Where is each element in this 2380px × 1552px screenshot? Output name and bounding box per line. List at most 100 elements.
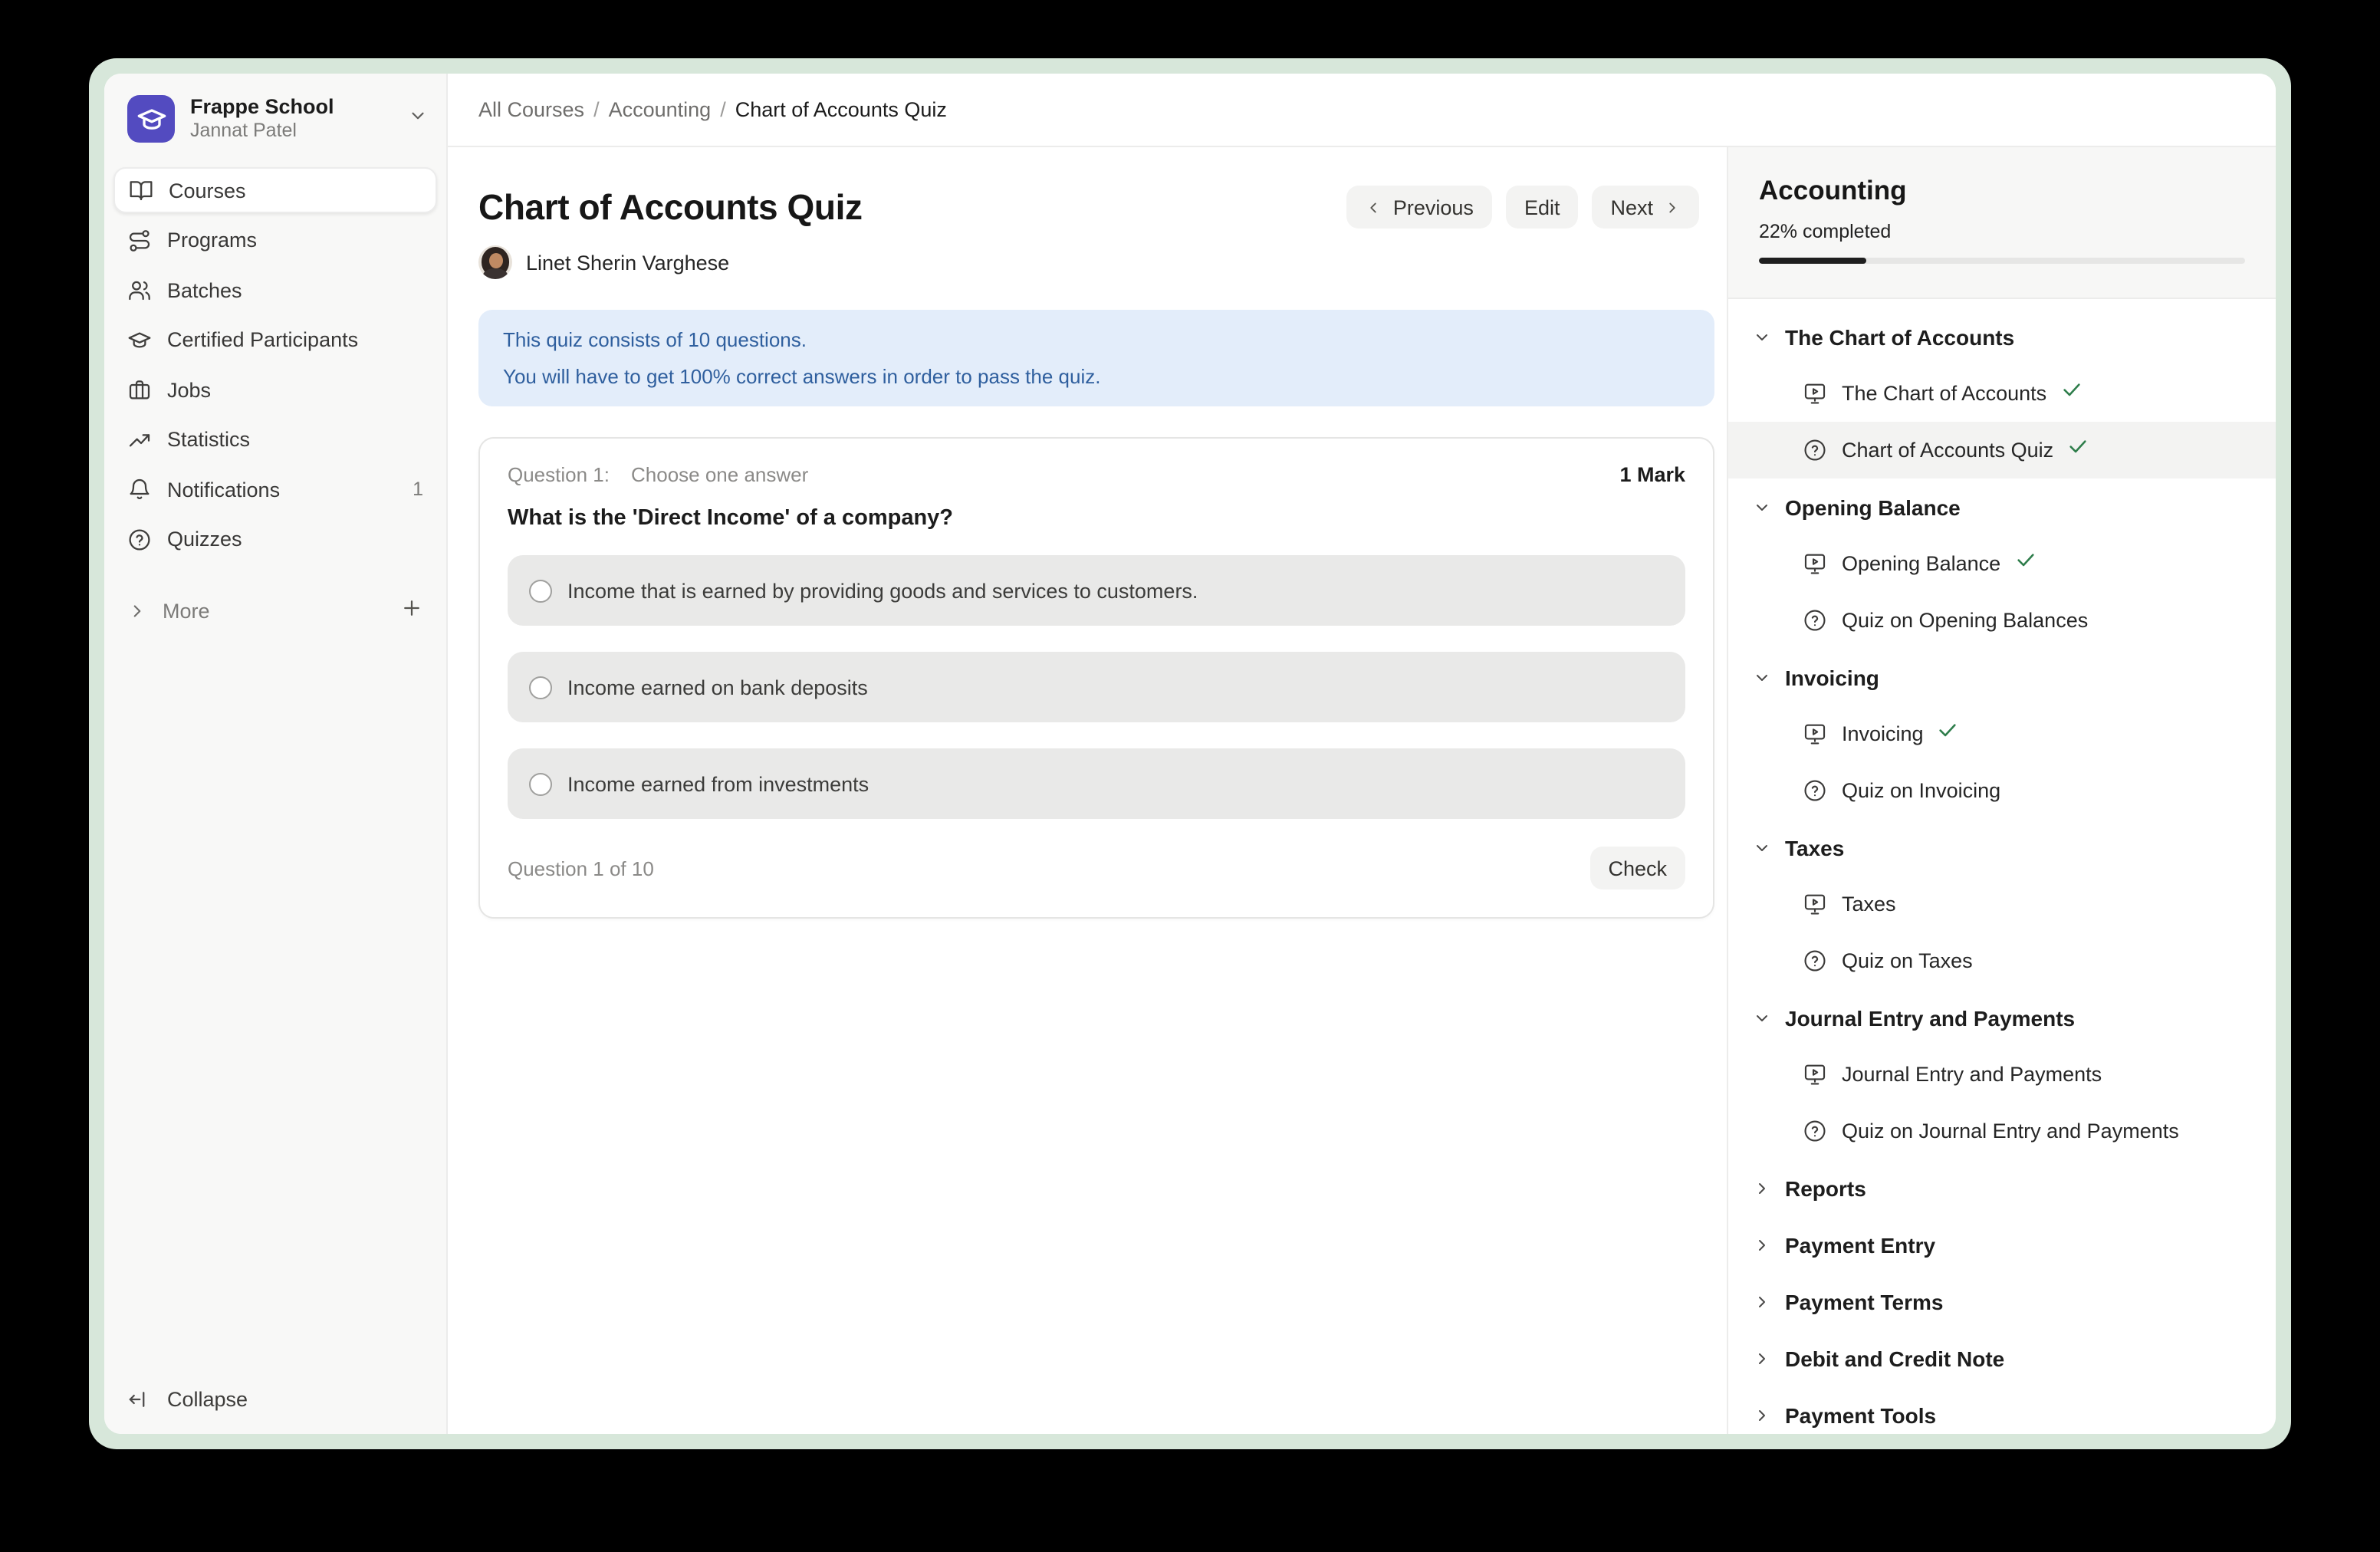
- answer-option[interactable]: Income that is earned by providing goods…: [508, 555, 1685, 626]
- outline-quiz[interactable]: Quiz on Opening Balances: [1728, 592, 2276, 649]
- outline-lesson[interactable]: The Chart of Accounts: [1728, 365, 2276, 422]
- sidebar-item-certified-participants[interactable]: Certified Participants: [113, 317, 437, 363]
- video-lesson-icon: [1802, 1061, 1828, 1087]
- breadcrumb-all-courses[interactable]: All Courses: [478, 98, 584, 121]
- next-button[interactable]: Next: [1592, 186, 1699, 229]
- add-button[interactable]: [400, 596, 423, 626]
- quiz-card: Question 1: Choose one answer 1 Mark Wha…: [478, 437, 1714, 919]
- progress-label: 22% completed: [1759, 221, 2245, 242]
- chevron-down-icon: [408, 105, 428, 133]
- outline-section-chart-of-accounts[interactable]: The Chart of Accounts: [1728, 308, 2276, 365]
- workspace-name: Frappe School: [190, 95, 393, 120]
- outline-list: The Chart of Accounts The Chart of Accou…: [1728, 299, 2276, 1434]
- banner-line: This quiz consists of 10 questions.: [503, 327, 1690, 353]
- page-title: Chart of Accounts Quiz: [478, 186, 1347, 228]
- outline-quiz[interactable]: Quiz on Invoicing: [1728, 762, 2276, 819]
- breadcrumb-accounting[interactable]: Accounting: [609, 98, 712, 121]
- banner-line: You will have to get 100% correct answer…: [503, 363, 1690, 390]
- bell-icon: [127, 477, 152, 501]
- outline-section-opening-balance[interactable]: Opening Balance: [1728, 478, 2276, 535]
- sidebar-item-courses[interactable]: Courses: [113, 167, 437, 213]
- breadcrumb: All Courses / Accounting / Chart of Acco…: [478, 98, 947, 121]
- video-lesson-icon: [1802, 380, 1828, 406]
- quiz-icon: [1802, 1118, 1828, 1144]
- completed-check-icon: [2014, 549, 2036, 578]
- author-name: Linet Sherin Varghese: [526, 251, 729, 274]
- outline-section-invoicing[interactable]: Invoicing: [1728, 649, 2276, 705]
- chevron-down-icon: [1753, 1008, 1771, 1027]
- app-window: Frappe School Jannat Patel Courses Progr…: [89, 58, 2291, 1449]
- outline-lesson[interactable]: Opening Balance: [1728, 535, 2276, 592]
- chevron-left-icon: [1366, 199, 1382, 215]
- video-lesson-icon: [1802, 721, 1828, 747]
- help-circle-icon: [127, 527, 152, 551]
- breadcrumb-current: Chart of Accounts Quiz: [735, 98, 947, 121]
- users-icon: [127, 278, 152, 302]
- workspace-user: Jannat Patel: [190, 120, 393, 143]
- outline-section-payment-tools[interactable]: Payment Tools: [1728, 1386, 2276, 1434]
- completed-check-icon: [2060, 379, 2082, 408]
- outline-header: Accounting 22% completed: [1728, 147, 2276, 299]
- outline-section-debit-credit-note[interactable]: Debit and Credit Note: [1728, 1330, 2276, 1386]
- workspace-switcher[interactable]: Frappe School Jannat Patel: [113, 89, 437, 149]
- trending-up-icon: [127, 427, 152, 452]
- author-avatar: [478, 245, 512, 279]
- collapse-sidebar-button[interactable]: Collapse: [113, 1376, 437, 1422]
- outline-section-journal-entry[interactable]: Journal Entry and Payments: [1728, 989, 2276, 1046]
- lms-app: Frappe School Jannat Patel Courses Progr…: [104, 74, 2276, 1434]
- sidebar-item-programs[interactable]: Programs: [113, 217, 437, 263]
- chevron-right-icon: [1753, 1179, 1771, 1197]
- outline-lesson[interactable]: Invoicing: [1728, 705, 2276, 762]
- outline-quiz[interactable]: Quiz on Taxes: [1728, 932, 2276, 989]
- chevron-right-icon: [1753, 1235, 1771, 1254]
- radio-button[interactable]: [529, 772, 552, 795]
- quiz-info-banner: This quiz consists of 10 questions. You …: [478, 310, 1714, 406]
- sidebar-item-statistics[interactable]: Statistics: [113, 416, 437, 462]
- graduation-cap-icon: [127, 327, 152, 352]
- sidebar-item-batches[interactable]: Batches: [113, 267, 437, 313]
- answer-option[interactable]: Income earned on bank deposits: [508, 652, 1685, 722]
- outline-quiz[interactable]: Quiz on Journal Entry and Payments: [1728, 1103, 2276, 1159]
- sidebar-item-jobs[interactable]: Jobs: [113, 367, 437, 413]
- topbar: All Courses / Accounting / Chart of Acco…: [448, 74, 2276, 147]
- options-list: Income that is earned by providing goods…: [508, 555, 1685, 819]
- outline-section-payment-terms[interactable]: Payment Terms: [1728, 1273, 2276, 1330]
- sidebar-item-quizzes[interactable]: Quizzes: [113, 516, 437, 562]
- chevron-right-icon: [1664, 199, 1681, 215]
- radio-button[interactable]: [529, 676, 552, 699]
- sidebar-nav: Courses Programs Batches Certified Parti…: [113, 167, 437, 562]
- answer-option[interactable]: Income earned from investments: [508, 748, 1685, 819]
- chevron-down-icon: [1753, 838, 1771, 857]
- chevron-down-icon: [1753, 498, 1771, 516]
- edit-button[interactable]: Edit: [1506, 186, 1579, 229]
- outline-section-payment-entry[interactable]: Payment Entry: [1728, 1216, 2276, 1273]
- outline-quiz-active[interactable]: Chart of Accounts Quiz: [1728, 422, 2276, 478]
- outline-lesson[interactable]: Journal Entry and Payments: [1728, 1046, 2276, 1103]
- author-row: Linet Sherin Varghese: [478, 245, 1699, 279]
- question-marks: 1 Mark: [1619, 463, 1685, 486]
- outline-section-reports[interactable]: Reports: [1728, 1159, 2276, 1216]
- video-lesson-icon: [1802, 891, 1828, 917]
- left-sidebar: Frappe School Jannat Patel Courses Progr…: [104, 74, 448, 1434]
- check-button[interactable]: Check: [1589, 847, 1685, 889]
- course-outline: Accounting 22% completed The Chart of Ac…: [1727, 147, 2276, 1434]
- progress-bar: [1759, 258, 2245, 264]
- question-text: What is the 'Direct Income' of a company…: [508, 506, 1685, 531]
- previous-button[interactable]: Previous: [1347, 186, 1492, 229]
- notifications-count-badge: 1: [413, 478, 423, 500]
- outline-lesson[interactable]: Taxes: [1728, 876, 2276, 932]
- book-open-icon: [129, 178, 153, 202]
- sidebar-more[interactable]: More: [113, 590, 437, 633]
- quiz-icon: [1802, 437, 1828, 463]
- quiz-icon: [1802, 778, 1828, 804]
- sidebar-item-notifications[interactable]: Notifications 1: [113, 466, 437, 512]
- radio-button[interactable]: [529, 579, 552, 602]
- question-number-label: Question 1:: [508, 463, 610, 486]
- completed-check-icon: [1938, 719, 1959, 748]
- chevron-right-icon: [127, 601, 147, 621]
- chevron-right-icon: [1753, 1406, 1771, 1424]
- arrow-left-to-line-icon: [127, 1387, 150, 1410]
- course-title: Accounting: [1759, 175, 2245, 207]
- progress-fill: [1759, 258, 1866, 264]
- outline-section-taxes[interactable]: Taxes: [1728, 819, 2276, 876]
